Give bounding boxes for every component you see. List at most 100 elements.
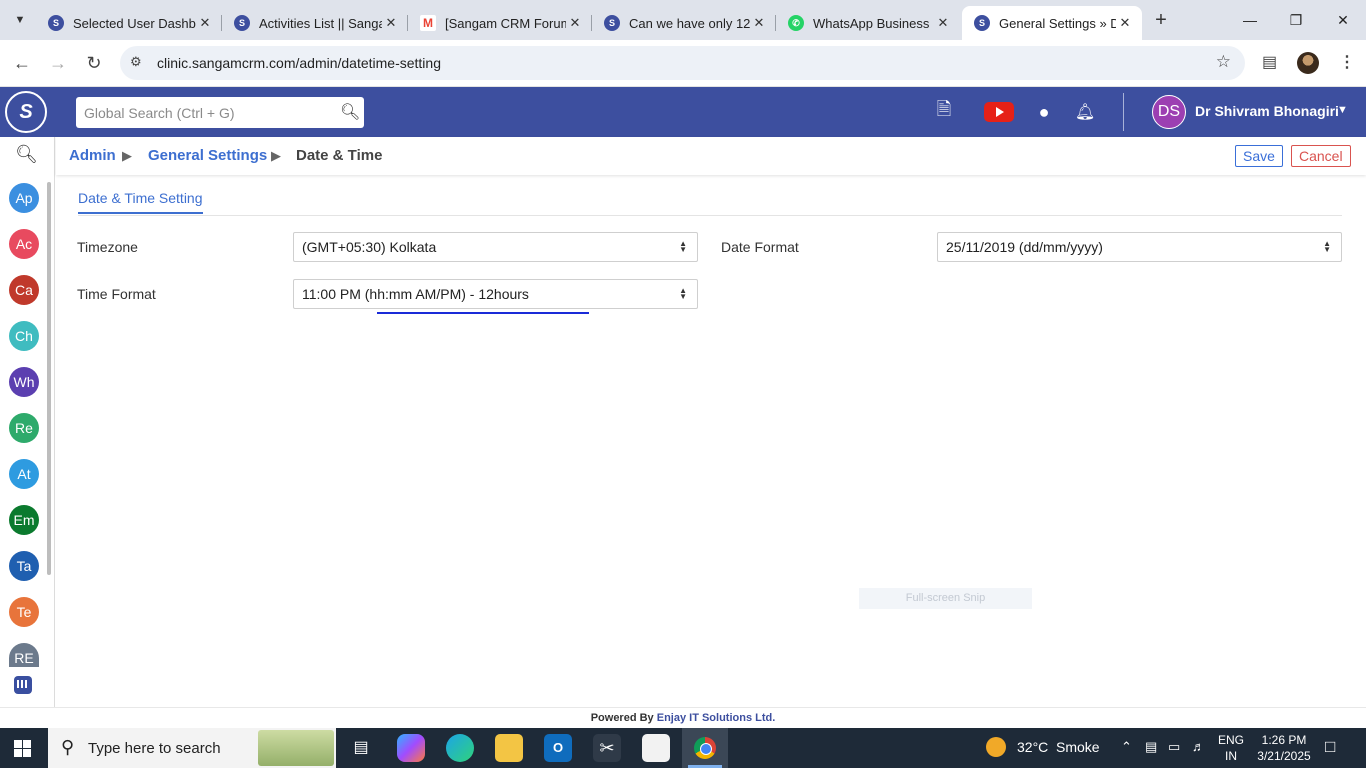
sangam-logo-icon[interactable]: S <box>5 91 47 133</box>
windows-taskbar: ⚲ Type here to search ▤ O ✂ 32°C Smoke ⌃… <box>0 728 1366 768</box>
language-bottom[interactable]: IN <box>1216 749 1246 763</box>
tab-date-time-setting[interactable]: Date & Time Setting <box>78 190 203 214</box>
browser-tab[interactable]: S Activities List || Sanga ✕ <box>222 6 408 40</box>
browser-tab[interactable]: S Selected User Dashbo ✕ <box>36 6 222 40</box>
display-icon[interactable]: ▭ <box>1168 739 1180 755</box>
breadcrumb-admin[interactable]: Admin <box>69 147 116 164</box>
time-format-select[interactable]: 11:00 PM (hh:mm AM/PM) - 12hours ▲ ▼ <box>293 279 698 309</box>
site-settings-icon[interactable]: ⚙ <box>130 54 142 70</box>
left-sidebar: 🔍︎ Ap Ac Ca Ch Wh Re At Em Ta Te RE <box>0 137 55 707</box>
browser-tab-strip: ▼ S Selected User Dashbo ✕ S Activities … <box>0 0 1366 40</box>
sidebar-item-ac[interactable]: Ac <box>9 229 39 259</box>
notification-icon[interactable]: □ <box>1325 737 1335 757</box>
back-arrow-icon[interactable]: ← <box>9 50 35 76</box>
minimize-icon[interactable]: — <box>1227 6 1273 34</box>
globe-icon[interactable]: ● <box>1034 101 1054 123</box>
windows-start-icon[interactable] <box>14 740 31 757</box>
clock-time[interactable]: 1:26 PM <box>1252 733 1316 747</box>
tray-chevron-up-icon[interactable]: ⌃ <box>1121 739 1132 755</box>
snipping-tool-icon[interactable]: ✂ <box>593 734 621 762</box>
address-bar[interactable]: ⚙ clinic.sangamcrm.com/admin/datetime-se… <box>120 46 1245 80</box>
search-icon[interactable]: 🔍︎ <box>340 102 360 122</box>
bell-icon[interactable]: 🔔︎ <box>1075 101 1095 123</box>
sidebar-item-wh[interactable]: Wh <box>9 367 39 397</box>
section-divider <box>78 215 1342 216</box>
close-icon[interactable]: ✕ <box>196 15 214 31</box>
document-search-icon[interactable]: 🗎︎ <box>932 99 956 123</box>
volume-icon[interactable]: ♬ <box>1192 739 1205 754</box>
user-avatar[interactable]: DS <box>1152 95 1186 129</box>
sidebar-item-at[interactable]: At <box>9 459 39 489</box>
taskbar-search-box[interactable]: ⚲ Type here to search <box>48 728 336 768</box>
sidebar-scrollbar[interactable] <box>47 182 51 575</box>
network-icon[interactable]: ▤ <box>1145 739 1157 755</box>
new-tab-plus-icon[interactable]: + <box>1148 8 1174 34</box>
close-icon[interactable]: ✕ <box>382 15 400 31</box>
global-search-input[interactable] <box>76 97 364 128</box>
breadcrumb: Admin ▶ General Settings ▶ Date & Time S… <box>56 137 1366 175</box>
breadcrumb-arrow-icon: ▶ <box>271 148 281 163</box>
cast-icon[interactable]: ▤ <box>1262 52 1277 72</box>
intercom-chat-icon[interactable] <box>14 676 32 694</box>
time-format-value: 11:00 PM (hh:mm AM/PM) - 12hours <box>302 286 529 302</box>
close-icon[interactable]: ✕ <box>934 15 952 31</box>
chevron-down-icon[interactable]: ▼ <box>1337 104 1348 116</box>
browser-toolbar: ← → ↻ ⚙ clinic.sangamcrm.com/admin/datet… <box>0 40 1366 87</box>
youtube-icon[interactable] <box>984 102 1014 122</box>
temperature-text[interactable]: 32°C <box>1017 739 1048 755</box>
url-text[interactable]: clinic.sangamcrm.com/admin/datetime-sett… <box>157 55 441 71</box>
sangam-icon: S <box>48 15 64 31</box>
sidebar-item-te[interactable]: Te <box>9 597 39 627</box>
outlook-icon[interactable]: O <box>544 734 572 762</box>
sort-arrows-icon: ▲ ▼ <box>679 286 687 301</box>
time-format-label: Time Format <box>77 286 156 302</box>
user-name[interactable]: Dr Shivram Bhonagiri <box>1195 103 1339 119</box>
microsoft-store-icon[interactable] <box>642 734 670 762</box>
bookmark-star-icon[interactable]: ☆ <box>1216 52 1231 72</box>
chrome-icon[interactable] <box>694 737 716 759</box>
date-format-select[interactable]: 25/11/2019 (dd/mm/yyyy) ▲ ▼ <box>937 232 1342 262</box>
full-screen-snip-overlay: Full-screen Snip <box>859 588 1032 609</box>
weather-text[interactable]: Smoke <box>1056 739 1100 755</box>
profile-avatar[interactable] <box>1297 52 1319 74</box>
kebab-menu-icon[interactable]: ⋮ <box>1339 52 1355 72</box>
restore-icon[interactable]: ❐ <box>1273 6 1319 34</box>
breadcrumb-general-settings[interactable]: General Settings <box>148 147 267 164</box>
browser-tab[interactable]: S Can we have only 12 ✕ <box>592 6 776 40</box>
sidebar-item-re2[interactable]: RE <box>9 643 39 667</box>
timezone-select[interactable]: (GMT+05:30) Kolkata ▲ ▼ <box>293 232 698 262</box>
tab-title: Can we have only 12 <box>629 15 750 31</box>
save-button[interactable]: Save <box>1235 145 1283 167</box>
sidebar-item-em[interactable]: Em <box>9 505 39 535</box>
browser-tab[interactable]: M [Sangam CRM Forum ✕ <box>408 6 592 40</box>
taskbar-search-text: Type here to search <box>88 740 221 757</box>
company-link[interactable]: Enjay IT Solutions Ltd. <box>657 712 776 724</box>
forward-arrow-icon[interactable]: → <box>45 50 71 76</box>
file-explorer-icon[interactable] <box>495 734 523 762</box>
close-icon[interactable]: ✕ <box>750 15 768 31</box>
copilot-icon[interactable] <box>397 734 425 762</box>
sidebar-item-ca[interactable]: Ca <box>9 275 39 305</box>
clock-date[interactable]: 3/21/2025 <box>1252 749 1316 763</box>
sidebar-item-re[interactable]: Re <box>9 413 39 443</box>
tab-title: WhatsApp Business <box>813 15 930 31</box>
close-icon[interactable]: ✕ <box>566 15 584 31</box>
sidebar-item-ap[interactable]: Ap <box>9 183 39 213</box>
weather-icon[interactable] <box>986 737 1006 757</box>
tab-title: [Sangam CRM Forum <box>445 15 566 31</box>
gmail-icon: M <box>420 15 436 31</box>
reload-icon[interactable]: ↻ <box>81 50 107 76</box>
window-close-icon[interactable]: ✕ <box>1320 6 1366 34</box>
browser-tab-active[interactable]: S General Settings » Da ✕ <box>962 6 1142 40</box>
tab-search-chevron-icon[interactable]: ▼ <box>6 7 34 33</box>
annotation-underline <box>377 312 589 314</box>
language-top[interactable]: ENG <box>1216 733 1246 747</box>
task-view-icon[interactable]: ▤ <box>347 734 375 762</box>
browser-tab[interactable]: ✆ WhatsApp Business ✕ <box>776 6 960 40</box>
sidebar-search-icon[interactable]: 🔍︎ <box>15 144 38 165</box>
sidebar-item-ch[interactable]: Ch <box>9 321 39 351</box>
cancel-button[interactable]: Cancel <box>1291 145 1351 167</box>
close-icon[interactable]: ✕ <box>1116 15 1134 31</box>
edge-icon[interactable] <box>446 734 474 762</box>
sidebar-item-ta[interactable]: Ta <box>9 551 39 581</box>
